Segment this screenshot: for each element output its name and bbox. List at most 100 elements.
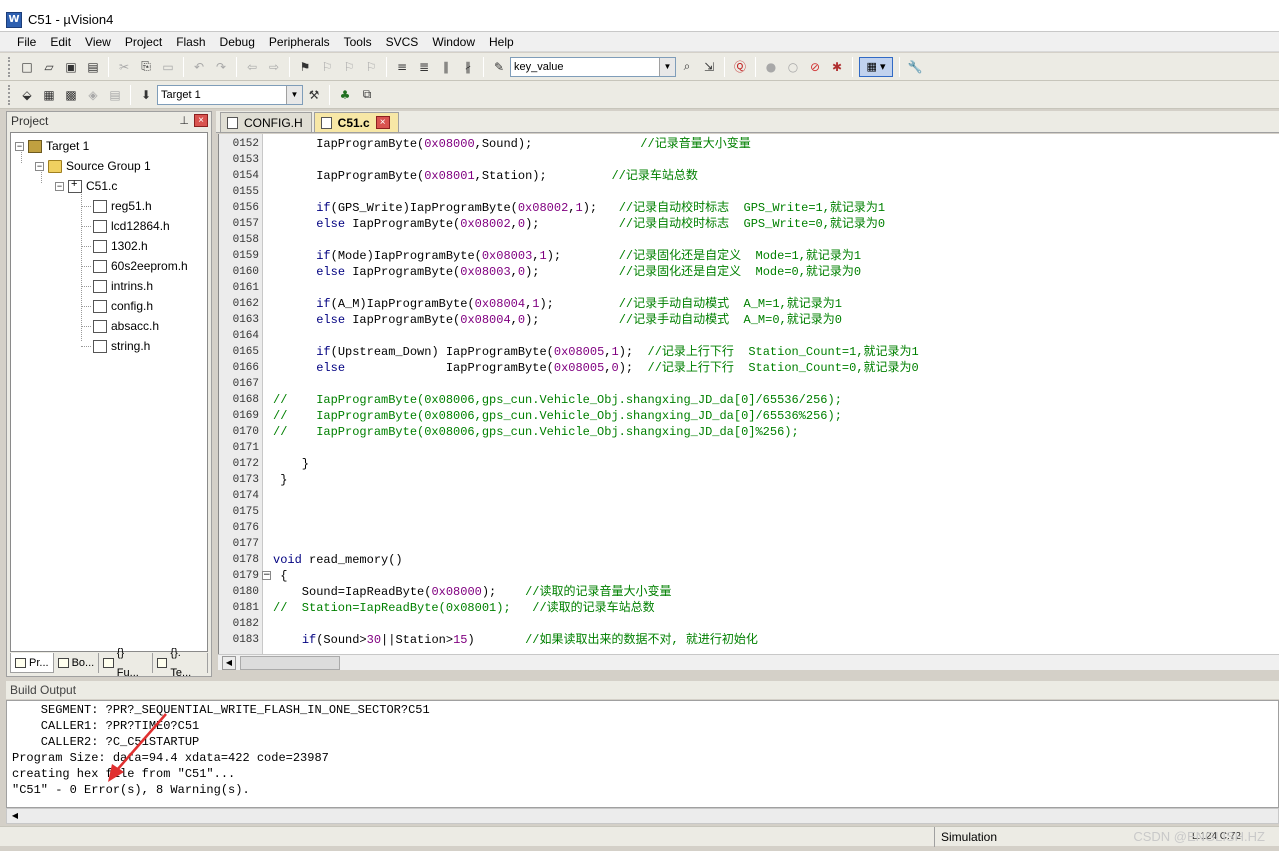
panel-tab-1[interactable]: Bo... (54, 653, 100, 673)
code-line[interactable]: 0163 else IapProgramByte(0x08004,0); //记… (219, 312, 1279, 328)
code-line[interactable]: 0164 (219, 328, 1279, 344)
menu-help[interactable]: Help (482, 32, 521, 52)
menu-peripherals[interactable]: Peripherals (262, 32, 337, 52)
code-editor[interactable]: 0152 IapProgramByte(0x08000,Sound); //记录… (218, 134, 1279, 654)
code-line[interactable]: 0177 (219, 536, 1279, 552)
panel-tab-0[interactable]: Pr... (10, 653, 54, 673)
menu-tools[interactable]: Tools (337, 32, 379, 52)
code-line[interactable]: 0170 // IapProgramByte(0x08006,gps_cun.Ve… (219, 424, 1279, 440)
save-all-icon[interactable]: ▤ (83, 57, 103, 77)
rebuild-icon[interactable]: ▩ (61, 85, 81, 105)
code-line[interactable]: 0182 (219, 616, 1279, 632)
debug-session-icon[interactable]: Ⓠ (730, 57, 750, 77)
find-in-files-icon[interactable]: ✎ (489, 57, 509, 77)
tree-item-include[interactable]: intrins.h (93, 277, 153, 295)
tree-item-target[interactable]: − Target 1 (15, 137, 89, 155)
undo-icon[interactable]: ↶ (189, 57, 209, 77)
editor-tab-c51-c[interactable]: C51.c × (313, 112, 399, 132)
toolbar-grip[interactable] (8, 84, 12, 105)
menu-file[interactable]: File (10, 32, 43, 52)
code-line[interactable]: 0157 else IapProgramByte(0x08002,0); //记… (219, 216, 1279, 232)
build-icon[interactable]: ▦ (39, 85, 59, 105)
code-line[interactable]: 0154 IapProgramByte(0x08001,Station); //… (219, 168, 1279, 184)
menu-project[interactable]: Project (118, 32, 169, 52)
build-output-hscrollbar[interactable]: ◀ (6, 808, 1279, 824)
nav-back-icon[interactable]: ⇦ (242, 57, 262, 77)
tree-item-include[interactable]: 1302.h (93, 237, 148, 255)
code-line[interactable]: 0165 if(Upstream_Down) IapProgramByte(0x… (219, 344, 1279, 360)
code-line[interactable]: 0173 } (219, 472, 1279, 488)
bookmark-icon[interactable]: ⚑ (295, 57, 315, 77)
code-line[interactable]: 0178 void read_memory() (219, 552, 1279, 568)
nav-forward-icon[interactable]: ⇨ (264, 57, 284, 77)
code-line[interactable]: 0176 (219, 520, 1279, 536)
panel-tab-3[interactable]: {}. Te... (153, 647, 208, 679)
scroll-left-icon[interactable]: ◀ (9, 810, 21, 822)
menu-debug[interactable]: Debug (213, 32, 262, 52)
tree-item-include[interactable]: config.h (93, 297, 153, 315)
code-line[interactable]: 0175 (219, 504, 1279, 520)
code-line[interactable]: 0166 else IapProgramByte(0x08005,0); //记… (219, 360, 1279, 376)
scroll-left-icon[interactable]: ◀ (222, 656, 236, 670)
copy-icon[interactable]: ⎘ (136, 57, 156, 77)
manage-components-icon[interactable]: ♣ (335, 85, 355, 105)
code-line[interactable]: 0167 (219, 376, 1279, 392)
code-line[interactable]: 0160 else IapProgramByte(0x08003,0); //记… (219, 264, 1279, 280)
editor-tab-config-h[interactable]: CONFIG.H (220, 112, 312, 132)
cut-icon[interactable]: ✂ (114, 57, 134, 77)
indent-icon[interactable]: ≡ (392, 57, 412, 77)
toolbar-grip[interactable] (8, 56, 12, 77)
tree-item-include[interactable]: 60s2eeprom.h (93, 257, 188, 275)
tree-item-include[interactable]: lcd12864.h (93, 217, 170, 235)
chevron-down-icon[interactable]: ▼ (659, 57, 675, 76)
breakpoint-icon[interactable]: ● (761, 57, 781, 77)
stop-build-icon[interactable]: ▤ (105, 85, 125, 105)
code-line[interactable]: 0172 } (219, 456, 1279, 472)
translate-icon[interactable]: ⬙ (17, 85, 37, 105)
window-layout-icon[interactable]: ▦ ▾ (859, 56, 893, 77)
select-packs-icon[interactable]: ⧉ (357, 85, 377, 105)
collapse-icon[interactable]: − (15, 141, 24, 151)
new-file-icon[interactable]: □ (17, 57, 37, 77)
unindent-icon[interactable]: ≣ (414, 57, 434, 77)
batch-build-icon[interactable]: ◈ (83, 85, 103, 105)
kill-all-breakpoints-icon[interactable]: ✱ (827, 57, 847, 77)
code-line[interactable]: 0180 Sound=IapReadByte(0x08000); //读取的记录… (219, 584, 1279, 600)
code-line[interactable]: 0153 (219, 152, 1279, 168)
comment-icon[interactable]: ∥ (436, 57, 456, 77)
uncomment-icon[interactable]: ∦ (458, 57, 478, 77)
open-folder-icon[interactable]: ▱ (39, 57, 59, 77)
tree-item-source-group[interactable]: − Source Group 1 (35, 157, 151, 175)
target-select[interactable]: Target 1 ▼ (157, 84, 303, 105)
scroll-thumb[interactable] (240, 656, 340, 670)
editor-hscrollbar[interactable]: ◀ (218, 654, 1279, 670)
tree-item-c51-file[interactable]: − C51.c (55, 177, 117, 195)
kill-breakpoints-icon[interactable]: ⊘ (805, 57, 825, 77)
build-output-panel[interactable]: SEGMENT: ?PR?_SEQUENTIAL_WRITE_FLASH_IN_… (6, 700, 1279, 808)
code-line[interactable]: 0174 (219, 488, 1279, 504)
next-bookmark-icon[interactable]: ⚐ (339, 57, 359, 77)
pin-icon[interactable]: ⊥ (179, 114, 189, 127)
fold-icon[interactable]: − (262, 571, 271, 580)
prev-bookmark-icon[interactable]: ⚐ (317, 57, 337, 77)
code-line[interactable]: 0169 // IapProgramByte(0x08006,gps_cun.Ve… (219, 408, 1279, 424)
code-line[interactable]: 0168 // IapProgramByte(0x08006,gps_cun.Ve… (219, 392, 1279, 408)
code-line[interactable]: 0181 // Station=IapReadByte(0x08001); //读… (219, 600, 1279, 616)
code-line[interactable]: 0156 if(GPS_Write)IapProgramByte(0x08002… (219, 200, 1279, 216)
clear-bookmarks-icon[interactable]: ⚐ (361, 57, 381, 77)
collapse-icon[interactable]: − (35, 161, 44, 171)
collapse-icon[interactable]: − (55, 181, 64, 191)
code-line[interactable]: 0158 (219, 232, 1279, 248)
menu-window[interactable]: Window (425, 32, 482, 52)
panel-tab-2[interactable]: {} Fu... (99, 647, 153, 679)
chevron-down-icon[interactable]: ▼ (286, 85, 302, 104)
code-line[interactable]: 0179− { (219, 568, 1279, 584)
code-line[interactable]: 0162 if(A_M)IapProgramByte(0x08004,1); /… (219, 296, 1279, 312)
close-icon[interactable]: × (194, 114, 208, 127)
configure-icon[interactable]: 🔧 (905, 57, 925, 77)
redo-icon[interactable]: ↷ (211, 57, 231, 77)
find-combo[interactable]: key_value ▼ (510, 56, 676, 77)
download-icon[interactable]: ⬇ (136, 85, 156, 105)
incremental-find-icon[interactable]: ⇲ (699, 57, 719, 77)
code-line[interactable]: 0159 if(Mode)IapProgramByte(0x08003,1); … (219, 248, 1279, 264)
